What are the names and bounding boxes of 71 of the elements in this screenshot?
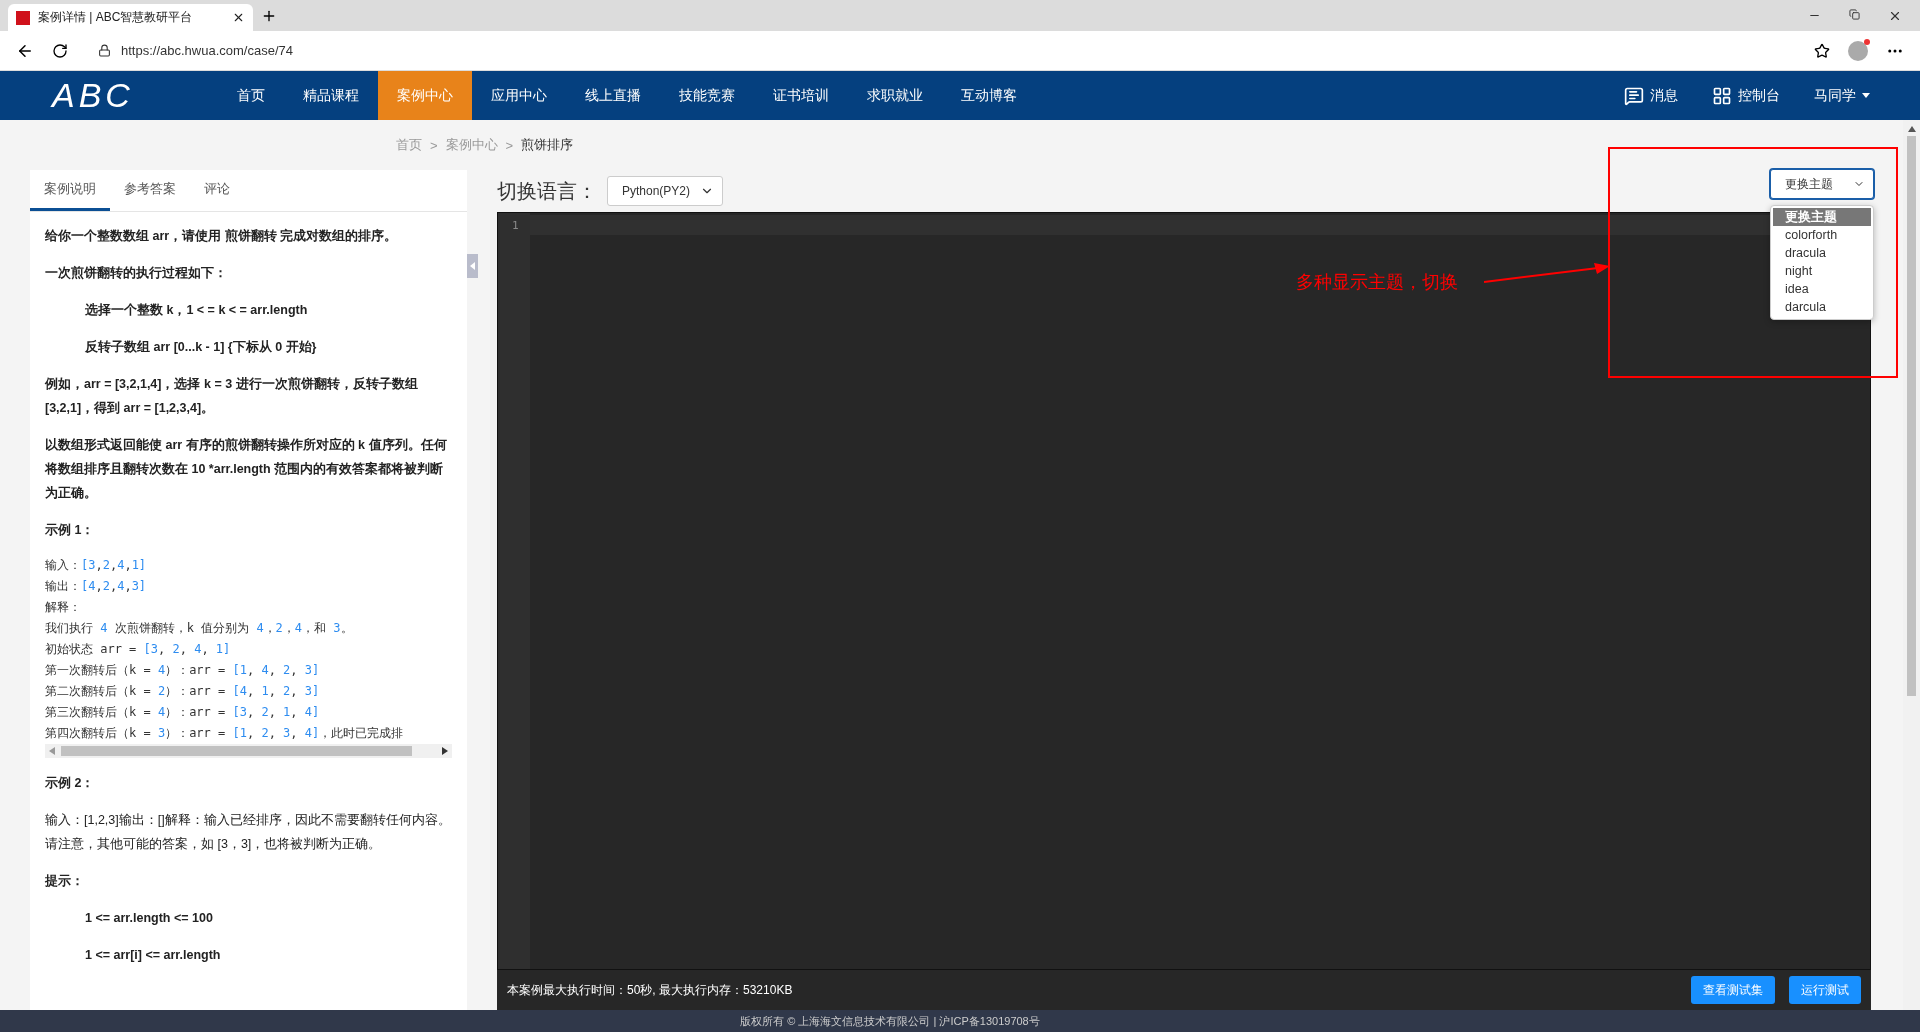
nav-item[interactable]: 首页 [218, 71, 284, 120]
nav-item[interactable]: 精品课程 [284, 71, 378, 120]
caret-icon [49, 747, 55, 755]
console-link[interactable]: 控制台 [1712, 85, 1780, 106]
paragraph: 反转子数组 arr [0...k - 1] {下标从 0 开始} [84, 339, 318, 356]
caret-icon [442, 747, 448, 755]
code-line: 第二次翻转后（k = 2）：arr = [4, 1, 2, 3] [45, 683, 321, 700]
tab-title: 案例详情 | ABC智慧教研平台 [38, 9, 193, 26]
chat-icon [1624, 85, 1644, 106]
theme-option[interactable]: 更换主题 [1773, 208, 1871, 226]
nav-item[interactable]: 求职就业 [848, 71, 942, 120]
profile-avatar[interactable] [1848, 40, 1868, 61]
language-select[interactable]: Python(PY2) [607, 176, 724, 206]
language-label: 切换语言： [497, 178, 597, 204]
code-line: 第四次翻转后（k = 3）：arr = [1, 2, 3, 4]，此时已完成排 [45, 725, 405, 742]
theme-option[interactable]: idea [1773, 280, 1871, 298]
theme-option[interactable]: colorforth [1773, 226, 1871, 244]
paragraph: 一次煎饼翻转的执行过程如下： [45, 265, 228, 282]
paragraph: 例如，arr = [3,2,1,4]，选择 k = 3 进行一次煎饼翻转，反转子数组 [3,2,1]，得到 arr = [1,2,3,4]。 [45, 376, 419, 417]
paragraph: 示例 2： [45, 775, 96, 792]
paragraph: 给你一个整数数组 arr，请使用 煎饼翻转 完成对数组的排序。 [45, 227, 399, 245]
paragraph: 以数组形式返回能使 arr 有序的煎饼翻转操作所对应的 k 值序列。任何将数组排序且翻转次数在 10 *arr.length 范围内的有效答案都将被判断为正确。 [45, 436, 448, 502]
paragraph: 示例 1： [45, 522, 96, 539]
site-logo[interactable]: ABC [52, 71, 172, 120]
close-icon[interactable] [232, 11, 245, 24]
theme-select[interactable]: 更换主题 [1770, 169, 1874, 199]
paragraph: 提示： [45, 873, 85, 890]
lock-icon [98, 44, 111, 57]
code-line: 我们执行 4 次煎饼翻转，k 值分别为 4，2，4，和 3。 [45, 620, 354, 637]
favorites-icon[interactable] [1814, 42, 1830, 59]
theme-option[interactable]: dracula [1773, 244, 1871, 262]
breadcrumb-separator: > [430, 137, 438, 153]
theme-option[interactable]: night [1773, 262, 1871, 280]
panel-tab[interactable]: 案例说明 [30, 170, 110, 211]
line-number: 1 [511, 219, 520, 233]
nav-item[interactable]: 技能竞赛 [660, 71, 754, 120]
address-field[interactable]: https://abc.hwua.com/case/74 [121, 43, 293, 58]
collapse-handle[interactable] [467, 254, 478, 278]
code-line: 第一次翻转后（k = 4）：arr = [1, 4, 2, 3] [45, 662, 321, 679]
user-menu[interactable]: 马同学 [1814, 86, 1870, 105]
code-line: 第三次翻转后（k = 4）：arr = [3, 2, 1, 4] [45, 704, 321, 721]
annotation-text: 多种显示主题，切换 [1296, 271, 1458, 294]
nav-item[interactable]: 应用中心 [472, 71, 566, 120]
messages-link[interactable]: 消息 [1624, 85, 1678, 106]
theme-option[interactable]: darcula [1773, 298, 1871, 316]
code-line: 初始状态 arr = [3, 2, 4, 1] [45, 641, 232, 658]
caret-icon [469, 262, 476, 270]
panel-tab[interactable]: 参考答案 [110, 170, 190, 211]
caret-icon [1907, 126, 1916, 132]
site-favicon-icon [16, 10, 30, 25]
restore-icon[interactable] [1849, 8, 1860, 20]
code-line: 输入：[3,2,4,1] [45, 557, 148, 574]
code-line: 解释： [45, 599, 82, 616]
paragraph: 1 <= arr.length <= 100 [84, 910, 214, 927]
nav-item[interactable]: 证书培训 [754, 71, 848, 120]
horizontal-scrollbar[interactable] [45, 744, 452, 758]
paragraph: 输入：[1,2,3]输出：[]解释：输入已经排序，因此不需要翻转任何内容。请注意，其他可能的答案，如 [3，3]，也将被判断为正确。 [45, 812, 452, 853]
browser-tab[interactable]: 案例详情 | ABC智慧教研平台 [8, 4, 253, 31]
paragraph: 1 <= arr[i] <= arr.length [84, 947, 222, 964]
limits-text: 本案例最大执行时间：50秒, 最大执行内存：53210KB [507, 981, 794, 999]
code-line: 输出：[4,2,4,3] [45, 578, 148, 595]
nav-item[interactable]: 线上直播 [566, 71, 660, 120]
nav-item[interactable]: 互动博客 [942, 71, 1036, 120]
caret-icon [1862, 93, 1870, 98]
copyright-text: 版权所有 © 上海海文信息技术有限公司 | 沪ICP备13019708号 [740, 1013, 1040, 1029]
reload-icon[interactable] [52, 42, 68, 59]
breadcrumb-separator: > [505, 137, 514, 153]
panel-tab[interactable]: 评论 [190, 170, 244, 211]
breadcrumb-link[interactable]: 煎饼排序 [521, 136, 574, 154]
grid-icon [1712, 85, 1732, 106]
paragraph: 选择一个整数 k，1 < = k < = arr.length [84, 302, 309, 319]
